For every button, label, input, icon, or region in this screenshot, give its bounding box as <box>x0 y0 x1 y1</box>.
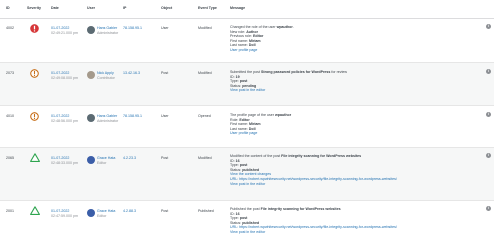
avatar <box>87 156 95 164</box>
user-profile-link[interactable]: User profile page <box>230 131 257 135</box>
col-object-header[interactable]: Object <box>161 6 172 10</box>
event-id: 2065 <box>6 156 14 160</box>
info-icon[interactable]: i <box>486 153 491 158</box>
view-content-changes-link[interactable]: View the content changes <box>230 172 271 176</box>
user-role: Administrator <box>97 30 119 35</box>
time-text: 02:49:21.000 pm <box>51 30 78 35</box>
low-icon <box>30 206 40 215</box>
col-event-type-header[interactable]: Event Type <box>198 6 217 10</box>
event-date[interactable]: 01-07-2022 02:49:21.000 pm <box>51 26 78 35</box>
event-message: Changed the role of the user wpauthor. N… <box>230 25 294 53</box>
message-line: Submitted the post Strong password polic… <box>230 70 347 74</box>
event-type-text: Modified <box>198 26 212 30</box>
time-text: 02:49:08.000 pm <box>51 75 78 80</box>
table-row: 2073 01-07-2022 02:49:08.000 pm Nick App… <box>0 63 494 106</box>
event-type-text: Published <box>198 209 214 213</box>
col-id-header[interactable]: ID <box>6 6 10 10</box>
table-row: 2001 01-07-2022 02:47:59.000 pm Grace Ha… <box>0 201 494 251</box>
time-text: 02:47:59.000 pm <box>51 213 78 218</box>
user-role: Editor <box>97 160 107 165</box>
event-id: 2073 <box>6 71 14 75</box>
event-message: The profile page of the user wpauthor Ro… <box>230 113 291 136</box>
avatar <box>87 26 95 34</box>
event-type-text: Opened <box>198 114 211 118</box>
event-id: 4010 <box>6 114 14 118</box>
col-ip-header[interactable]: IP <box>123 6 126 10</box>
object-text: User <box>161 26 169 30</box>
user-role: Administrator <box>97 118 119 123</box>
critical-icon <box>30 24 39 33</box>
event-date[interactable]: 01-07-2022 02:48:33.000 pm <box>51 156 78 165</box>
user-role: Editor <box>97 213 107 218</box>
event-id: 4002 <box>6 26 14 30</box>
time-text: 02:48:56.000 pm <box>51 118 78 123</box>
table-row: 2065 01-07-2022 02:48:33.000 pm Grace Ha… <box>0 148 494 201</box>
low-icon <box>30 153 40 162</box>
event-type-text: Modified <box>198 71 212 75</box>
object-text: User <box>161 114 169 118</box>
info-icon[interactable]: i <box>486 69 491 74</box>
event-date[interactable]: 01-07-2022 02:49:08.000 pm <box>51 71 78 80</box>
event-type-text: Modified <box>198 156 212 160</box>
post-url-link[interactable]: URL: https://robert.wpwhitesecurity.net/… <box>230 225 397 229</box>
col-date-header[interactable]: Date <box>51 6 59 10</box>
col-user-header[interactable]: User <box>87 6 95 10</box>
event-date[interactable]: 01-07-2022 02:47:59.000 pm <box>51 209 78 218</box>
info-icon[interactable]: i <box>486 206 491 211</box>
medium-icon <box>30 112 39 121</box>
avatar <box>87 71 95 79</box>
event-message: Published the post File integrity scanni… <box>230 207 397 235</box>
info-icon[interactable]: i <box>486 24 491 29</box>
user-role: Contributor <box>97 75 115 80</box>
ip-link[interactable]: 4.2.23.3 <box>123 156 136 161</box>
object-text: Post <box>161 156 169 160</box>
event-message: Modified the content of the post File in… <box>230 154 397 186</box>
table-row: 4010 01-07-2022 02:48:56.000 pm Hans Gab… <box>0 106 494 148</box>
time-text: 02:48:33.000 pm <box>51 160 78 165</box>
post-url-link[interactable]: URL: https://robert.wpwhitesecurity.net/… <box>230 177 397 181</box>
col-severity-header[interactable]: Severity <box>27 6 41 10</box>
table-header: ID Severity Date User IP Object Event Ty… <box>0 0 494 19</box>
info-icon[interactable]: i <box>486 112 491 117</box>
activity-log-table: ID Severity Date User IP Object Event Ty… <box>0 0 494 251</box>
event-message: Submitted the post Strong password polic… <box>230 70 347 93</box>
col-message-header[interactable]: Message <box>230 6 245 10</box>
object-text: Post <box>161 209 169 213</box>
user-profile-link[interactable]: User profile page <box>230 48 257 52</box>
object-text: Post <box>161 71 169 75</box>
view-post-link[interactable]: View post in the editor <box>230 182 265 186</box>
view-post-link[interactable]: View post in the editor <box>230 88 265 92</box>
ip-link[interactable]: 4.2.88.3 <box>123 209 136 214</box>
avatar <box>87 209 95 217</box>
avatar <box>87 114 95 122</box>
event-date[interactable]: 01-07-2022 02:48:56.000 pm <box>51 114 78 123</box>
view-post-link[interactable]: View post in the editor <box>230 230 265 234</box>
event-id: 2001 <box>6 209 14 213</box>
ip-link[interactable]: 78.158.95.1 <box>123 114 142 119</box>
table-row: 4002 01-07-2022 02:49:21.000 pm Hans Gab… <box>0 19 494 63</box>
ip-link[interactable]: 13.42.16.3 <box>123 71 140 76</box>
ip-link[interactable]: 78.158.95.1 <box>123 26 142 31</box>
medium-icon <box>30 69 39 78</box>
